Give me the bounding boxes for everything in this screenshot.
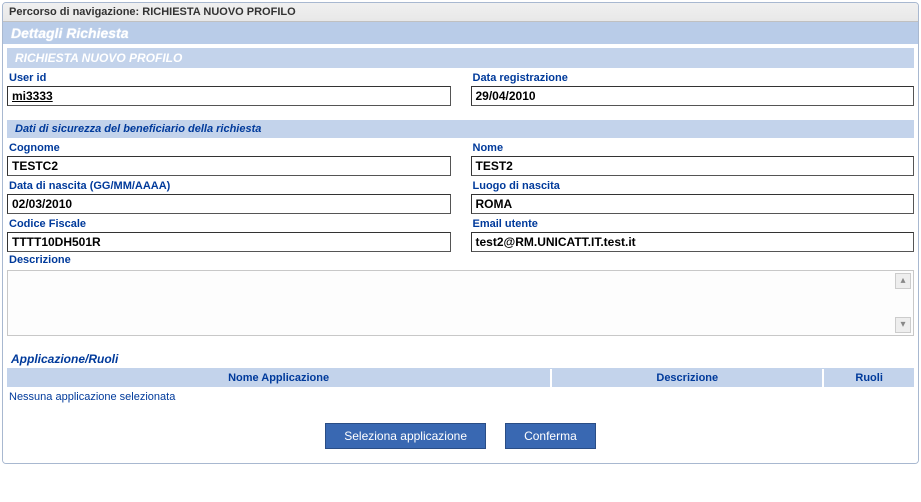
breadcrumb-label: Percorso di navigazione: bbox=[9, 6, 139, 18]
nome-label: Nome bbox=[471, 140, 915, 156]
col-ruoli: Ruoli bbox=[823, 369, 914, 387]
section2-header: Dati di sicurezza del beneficiario della… bbox=[7, 120, 914, 138]
luogo-label: Luogo di nascita bbox=[471, 178, 915, 194]
button-row: Seleziona applicazione Conferma bbox=[7, 407, 914, 459]
cognome-label: Cognome bbox=[7, 140, 451, 156]
app-table: Nome Applicazione Descrizione Ruoli bbox=[7, 369, 914, 387]
cf-value: TTTT10DH501R bbox=[7, 232, 451, 252]
breadcrumb: Percorso di navigazione: RICHIESTA NUOVO… bbox=[3, 3, 918, 22]
dob-label: Data di nascita (GG/MM/AAAA) bbox=[7, 178, 451, 194]
luogo-value: ROMA bbox=[471, 194, 915, 214]
cf-label: Codice Fiscale bbox=[7, 216, 451, 232]
dob-value: 02/03/2010 bbox=[7, 194, 451, 214]
breadcrumb-value: RICHIESTA NUOVO PROFILO bbox=[142, 6, 295, 18]
main-panel: Percorso di navigazione: RICHIESTA NUOVO… bbox=[2, 2, 919, 464]
descrizione-label: Descrizione bbox=[7, 252, 914, 268]
no-app-selected-msg: Nessuna applicazione selezionata bbox=[7, 387, 914, 407]
conferma-button[interactable]: Conferma bbox=[505, 423, 596, 449]
email-value: test2@RM.UNICATT.IT.test.it bbox=[471, 232, 915, 252]
email-label: Email utente bbox=[471, 216, 915, 232]
app-section-header: Applicazione/Ruoli bbox=[7, 350, 914, 369]
row-descrizione: Descrizione ▴ ▾ bbox=[7, 252, 914, 336]
user-id-label: User id bbox=[7, 70, 451, 86]
seleziona-applicazione-button[interactable]: Seleziona applicazione bbox=[325, 423, 486, 449]
descrizione-textarea[interactable]: ▴ ▾ bbox=[7, 270, 914, 336]
row-cf-email: Codice Fiscale TTTT10DH501R Email utente… bbox=[7, 216, 914, 252]
col-descrizione: Descrizione bbox=[551, 369, 823, 387]
reg-date-label: Data registrazione bbox=[471, 70, 915, 86]
section1-header: RICHIESTA NUOVO PROFILO bbox=[7, 48, 914, 68]
page-title: Dettagli Richiesta bbox=[3, 22, 918, 44]
row-userid-regdate: User id mi3333 Data registrazione 29/04/… bbox=[7, 70, 914, 106]
cognome-value: TESTC2 bbox=[7, 156, 451, 176]
col-nome-applicazione: Nome Applicazione bbox=[7, 369, 551, 387]
reg-date-value: 29/04/2010 bbox=[471, 86, 915, 106]
row-cognome-nome: Cognome TESTC2 Nome TEST2 bbox=[7, 140, 914, 176]
nome-value: TEST2 bbox=[471, 156, 915, 176]
user-id-value: mi3333 bbox=[7, 86, 451, 106]
content-area: RICHIESTA NUOVO PROFILO User id mi3333 D… bbox=[3, 44, 918, 463]
row-dob-luogo: Data di nascita (GG/MM/AAAA) 02/03/2010 … bbox=[7, 178, 914, 214]
scroll-up-icon[interactable]: ▴ bbox=[895, 273, 911, 289]
applicazione-ruoli-section: Applicazione/Ruoli Nome Applicazione Des… bbox=[7, 350, 914, 459]
scroll-down-icon[interactable]: ▾ bbox=[895, 317, 911, 333]
